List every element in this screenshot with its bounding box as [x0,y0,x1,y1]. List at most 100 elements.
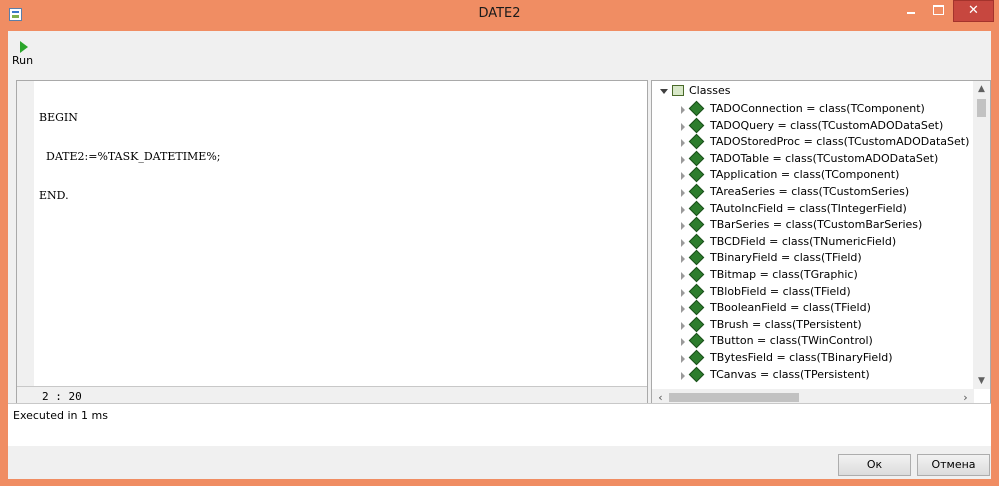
expand-arrow-icon[interactable] [681,288,685,297]
tree-item[interactable]: TADOConnection = class(TComponent) [652,100,980,118]
run-button[interactable]: Run [12,37,52,73]
code-line: BEGIN [39,111,78,124]
class-icon [688,167,705,183]
maximize-button[interactable] [925,0,952,22]
tree-item[interactable]: TADOTable = class(TCustomADODataSet) [652,150,980,168]
play-icon [20,41,28,53]
app-window: DATE2 ✕ Run BEGIN DATE2:=%TASK_DATETIME%… [0,0,999,486]
tree-item-label: TBooleanField = class(TField) [710,301,871,315]
class-icon [688,333,705,349]
close-icon: ✕ [968,3,979,18]
expand-arrow-icon[interactable] [681,139,685,148]
tree-item-label: TBlobField = class(TField) [710,284,851,298]
window-title: DATE2 [478,6,521,21]
expand-arrow-icon[interactable] [681,172,685,181]
tree-item-label: TAreaSeries = class(TCustomSeries) [710,184,910,198]
expand-arrow-icon[interactable] [681,371,685,380]
class-icon [688,366,705,382]
tree-items: TADOConnection = class(TComponent) TADOQ… [652,100,980,384]
vertical-scroll-thumb[interactable] [977,99,986,117]
tree-item[interactable]: TBinaryField = class(TField) [652,250,980,267]
expand-arrow-icon[interactable] [681,255,685,264]
tree-item-label: TADOConnection = class(TComponent) [710,102,925,115]
tree-item[interactable]: TADOQuery = class(TCustomADODataSet) [652,117,980,135]
expand-arrow-icon[interactable] [681,354,685,363]
book-icon [672,85,684,96]
close-button[interactable]: ✕ [953,0,994,22]
class-icon [688,250,705,266]
expand-arrow-icon[interactable] [681,305,685,314]
title-bar[interactable]: DATE2 ✕ [0,0,999,30]
tree-item-label: TADOStoredProc = class(TCustomADODataSet… [710,135,970,149]
output-panel: Executed in 1 ms [8,403,991,446]
expand-arrow-icon[interactable] [681,271,685,280]
expand-arrow-icon[interactable] [681,238,685,247]
tree-item[interactable]: TBCDField = class(TNumericField) [652,233,980,251]
expand-arrow-icon[interactable] [681,205,685,214]
class-icon [688,117,705,133]
expand-arrow-icon[interactable] [681,155,685,164]
class-icon [688,266,705,283]
tree-item-label: TCanvas = class(TPersistent) [710,367,870,381]
expand-arrow-icon[interactable] [681,321,685,330]
tree-item[interactable]: TBooleanField = class(TField) [652,299,980,317]
tree-item[interactable]: TADOStoredProc = class(TCustomADODataSet… [652,133,980,151]
code-editor[interactable]: BEGIN DATE2:=%TASK_DATETIME%; END. 2 : 2… [16,80,648,407]
ok-button[interactable]: Ок [838,454,911,476]
class-icon [688,283,705,299]
class-icon [688,349,705,366]
horizontal-scroll-thumb[interactable] [669,393,799,402]
cursor-position: 2 : 20 [42,390,82,403]
code-line: DATE2:=%TASK_DATETIME%; [39,150,221,163]
class-icon [688,233,705,250]
tree-item[interactable]: TApplication = class(TComponent) [652,167,980,184]
expand-arrow-icon[interactable] [681,338,685,347]
output-text: Executed in 1 ms [13,409,108,422]
class-tree[interactable]: Classes TADOConnection = class(TComponen… [651,80,991,407]
client-area: Run BEGIN DATE2:=%TASK_DATETIME%; END. 2… [8,31,991,479]
run-label: Run [12,54,34,67]
tree-item-label: TBarSeries = class(TCustomBarSeries) [710,218,923,232]
code-area[interactable]: BEGIN DATE2:=%TASK_DATETIME%; END. [39,85,221,228]
tree-item[interactable]: TCanvas = class(TPersistent) [652,366,980,384]
tree-item[interactable]: TBrush = class(TPersistent) [652,316,980,334]
tree-item-label: TBCDField = class(TNumericField) [710,234,897,248]
expand-arrow-icon[interactable] [681,106,685,114]
tree-item[interactable]: TAreaSeries = class(TCustomSeries) [652,183,980,201]
minimize-icon [907,12,915,14]
tree-item-label: TAutoIncField = class(TIntegerField) [710,201,907,215]
tree-item[interactable]: TBlobField = class(TField) [652,283,980,301]
scroll-down-icon[interactable]: ▼ [973,373,990,389]
expand-arrow-icon[interactable] [681,188,685,197]
class-icon [688,183,705,200]
code-line: END. [39,189,69,202]
expand-arrow-icon[interactable] [681,222,685,231]
tree-root-label: Classes [689,84,731,97]
tree-item-label: TBitmap = class(TGraphic) [710,267,858,281]
class-icon [688,150,705,167]
tree-item-label: TBinaryField = class(TField) [710,251,862,265]
tree-item-label: TBrush = class(TPersistent) [710,317,862,331]
tree-item-label: TADOQuery = class(TCustomADODataSet) [710,118,944,132]
tree-item[interactable]: TBarSeries = class(TCustomBarSeries) [652,216,980,234]
maximize-icon [933,5,944,15]
collapse-arrow-icon[interactable] [660,89,668,94]
tree-item-label: TADOTable = class(TCustomADODataSet) [710,151,939,165]
class-icon [688,133,705,150]
expand-arrow-icon[interactable] [681,122,685,131]
tree-item-label: TBytesField = class(TBinaryField) [710,350,893,364]
tree-item-label: TApplication = class(TComponent) [710,168,900,182]
class-icon [688,316,705,332]
tree-item[interactable]: TButton = class(TWinControl) [652,333,980,350]
vertical-scrollbar[interactable]: ▲ ▼ [973,81,990,389]
tree-item[interactable]: TBytesField = class(TBinaryField) [652,349,980,367]
cancel-button[interactable]: Отмена [917,454,990,476]
tree-item[interactable]: TBitmap = class(TGraphic) [652,266,980,284]
class-icon [688,216,705,233]
tree-item[interactable]: TAutoIncField = class(TIntegerField) [652,200,980,218]
class-icon [688,100,705,117]
scroll-up-icon[interactable]: ▲ [973,81,990,97]
minimize-button[interactable] [897,0,924,22]
tree-item-label: TButton = class(TWinControl) [710,334,873,348]
class-icon [688,200,705,216]
